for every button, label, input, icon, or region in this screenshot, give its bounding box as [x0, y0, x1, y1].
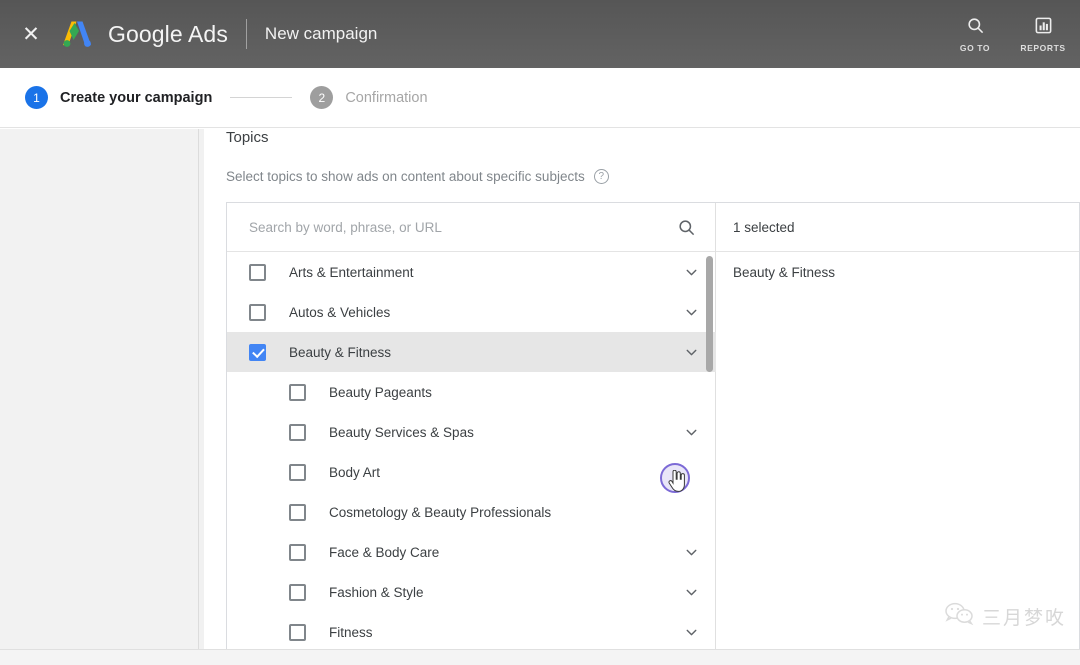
- left-rail: [0, 129, 199, 665]
- topic-label: Arts & Entertainment: [289, 265, 414, 280]
- topic-label: Beauty Services & Spas: [329, 425, 474, 440]
- search-icon[interactable]: [673, 214, 699, 240]
- go-to-label: GO TO: [960, 43, 990, 53]
- topic-checkbox[interactable]: [289, 504, 306, 521]
- help-icon[interactable]: ?: [594, 169, 609, 184]
- topic-label: Fitness: [329, 625, 373, 640]
- topic-label: Body Art: [329, 465, 380, 480]
- chevron-down-icon[interactable]: [683, 304, 700, 321]
- topic-label: Face & Body Care: [329, 545, 439, 560]
- topic-row[interactable]: Cosmetology & Beauty Professionals: [227, 492, 716, 532]
- section-title: Topics: [226, 129, 269, 146]
- step-2-label: Confirmation: [345, 90, 427, 106]
- chevron-down-icon[interactable]: [683, 424, 700, 441]
- topic-label: Cosmetology & Beauty Professionals: [329, 505, 551, 520]
- selected-count: 1 selected: [716, 203, 1079, 252]
- topic-row[interactable]: Arts & Entertainment: [227, 252, 716, 292]
- selected-panel: 1 selected Beauty & Fitness: [716, 203, 1079, 664]
- search-row: [227, 203, 715, 252]
- topic-checkbox[interactable]: [249, 264, 266, 281]
- topic-picker: Arts & Entertainment Autos & Vehicles Beau…: [226, 202, 1080, 665]
- step-confirmation[interactable]: 2 Confirmation: [310, 86, 427, 109]
- topic-row[interactable]: Fashion & Style: [227, 572, 716, 612]
- step-2-number: 2: [310, 86, 333, 109]
- bar-chart-icon: [1034, 16, 1053, 40]
- topic-label: Fashion & Style: [329, 585, 424, 600]
- topic-label: Beauty & Fitness: [289, 345, 391, 360]
- close-icon[interactable]: ✕: [8, 11, 54, 57]
- section-description-text: Select topics to show ads on content abo…: [226, 169, 585, 184]
- google-ads-logo-icon: [60, 19, 94, 49]
- step-connector: [230, 97, 292, 98]
- topic-row[interactable]: Autos & Vehicles: [227, 292, 716, 332]
- topic-checkbox[interactable]: [289, 464, 306, 481]
- topic-checkbox[interactable]: [289, 544, 306, 561]
- topic-row[interactable]: Beauty Services & Spas: [227, 412, 716, 452]
- topic-list[interactable]: Arts & Entertainment Autos & Vehicles Beau…: [227, 252, 716, 665]
- search-input[interactable]: [249, 220, 673, 235]
- topic-checkbox[interactable]: [249, 344, 266, 361]
- reports-button[interactable]: REPORTS: [1012, 6, 1074, 62]
- window-bottom-edge: [0, 649, 1080, 665]
- topic-row[interactable]: Beauty Pageants: [227, 372, 716, 412]
- body-area: Topics Select topics to show ads on cont…: [0, 129, 1080, 665]
- topic-checkbox[interactable]: [289, 624, 306, 641]
- chevron-down-icon[interactable]: [683, 344, 700, 361]
- topic-row[interactable]: Beauty & Fitness: [227, 332, 716, 372]
- selected-item[interactable]: Beauty & Fitness: [716, 252, 1079, 292]
- reports-label: REPORTS: [1020, 43, 1065, 53]
- topic-tree-panel: Arts & Entertainment Autos & Vehicles Beau…: [227, 203, 716, 664]
- chevron-down-icon[interactable]: [683, 584, 700, 601]
- page-title: New campaign: [265, 24, 377, 44]
- topic-row[interactable]: Fitness: [227, 612, 716, 652]
- content-area: Topics Select topics to show ads on cont…: [204, 129, 1080, 665]
- topic-label: Beauty Pageants: [329, 385, 432, 400]
- section-description: Select topics to show ads on content abo…: [226, 169, 609, 184]
- topic-checkbox[interactable]: [289, 384, 306, 401]
- header-divider: [246, 19, 247, 49]
- go-to-button[interactable]: GO TO: [944, 6, 1006, 62]
- chevron-down-icon[interactable]: [683, 264, 700, 281]
- topic-row[interactable]: Body Art: [227, 452, 716, 492]
- step-create-your-campaign[interactable]: 1 Create your campaign: [25, 86, 212, 109]
- step-1-label: Create your campaign: [60, 90, 212, 106]
- topic-checkbox[interactable]: [289, 424, 306, 441]
- chevron-down-icon[interactable]: [683, 624, 700, 641]
- app-bar: ✕ Google Ads New campaign GO TO: [0, 0, 1080, 68]
- search-icon: [966, 16, 985, 40]
- chevron-down-icon[interactable]: [683, 544, 700, 561]
- stepper: 1 Create your campaign 2 Confirmation: [0, 68, 1080, 128]
- topic-checkbox[interactable]: [289, 584, 306, 601]
- topic-label: Autos & Vehicles: [289, 305, 390, 320]
- topic-checkbox[interactable]: [249, 304, 266, 321]
- brand-name: Google Ads: [108, 21, 228, 48]
- topic-list-scrollbar-thumb[interactable]: [706, 256, 713, 372]
- topic-row[interactable]: Face & Body Care: [227, 532, 716, 572]
- step-1-number: 1: [25, 86, 48, 109]
